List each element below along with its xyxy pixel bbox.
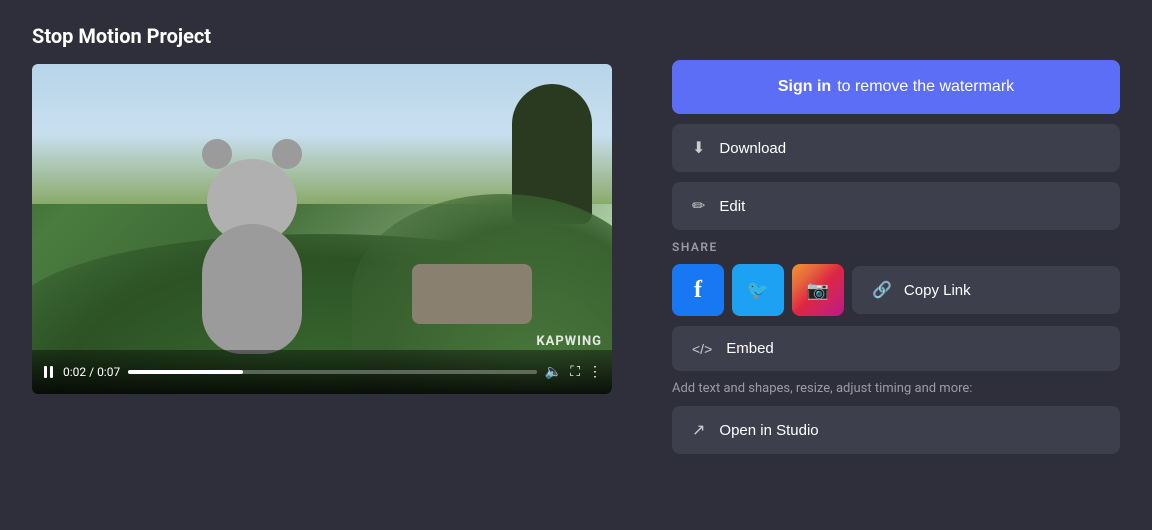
instagram-button[interactable]: 📷 (792, 264, 844, 316)
share-row: f 🐦 📷 🔗 Copy Link (672, 264, 1120, 316)
edit-icon: ✏ (692, 196, 705, 216)
edit-label: Edit (719, 198, 745, 215)
video-controls-bar: 0:02 / 0:07 🔈 ⛶ ⋮ (32, 350, 612, 394)
open-in-studio-button[interactable]: ↗ Open in Studio (672, 406, 1120, 454)
stone-wall (412, 264, 532, 324)
open-external-icon: ↗ (692, 420, 705, 440)
embed-icon: </> (692, 341, 712, 357)
download-label: Download (719, 140, 786, 157)
download-button[interactable]: ⬇ Download (672, 124, 1120, 172)
watermark-text: KAPWING (536, 334, 602, 349)
twitter-icon: 🐦 (747, 280, 769, 301)
facebook-button[interactable]: f (672, 264, 724, 316)
left-panel: Stop Motion Project KAPWING (32, 24, 632, 394)
right-controls: 🔈 ⛶ ⋮ (545, 364, 602, 380)
link-icon: 🔗 (872, 280, 892, 300)
progress-bar[interactable] (128, 370, 537, 374)
facebook-icon: f (694, 277, 702, 304)
volume-icon[interactable]: 🔈 (545, 364, 562, 380)
embed-label: Embed (726, 340, 774, 357)
more-options-icon[interactable]: ⋮ (588, 364, 602, 380)
right-panel: Sign in to remove the watermark ⬇ Downlo… (632, 24, 1120, 454)
share-section: SHARE f 🐦 📷 🔗 Copy Link (672, 240, 1120, 316)
copy-link-label: Copy Link (904, 282, 971, 299)
embed-button[interactable]: </> Embed (672, 326, 1120, 371)
copy-link-button[interactable]: 🔗 Copy Link (852, 266, 1120, 314)
download-icon: ⬇ (692, 138, 705, 158)
open-studio-label: Open in Studio (719, 422, 818, 439)
sign-in-button[interactable]: Sign in to remove the watermark (672, 60, 1120, 114)
time-display: 0:02 / 0:07 (63, 365, 120, 379)
fullscreen-icon[interactable]: ⛶ (570, 364, 580, 380)
edit-button[interactable]: ✏ Edit (672, 182, 1120, 230)
pause-icon (44, 366, 53, 378)
bear-ear-right (272, 139, 302, 169)
twitter-button[interactable]: 🐦 (732, 264, 784, 316)
instagram-icon: 📷 (807, 280, 829, 301)
bear-body (202, 224, 302, 354)
character-figure (172, 154, 332, 354)
add-tools-description: Add text and shapes, resize, adjust timi… (672, 381, 1120, 396)
video-thumbnail: KAPWING (32, 64, 612, 394)
video-player[interactable]: KAPWING 0:02 / 0:07 🔈 ⛶ ⋮ (32, 64, 612, 394)
page-title: Stop Motion Project (32, 24, 632, 48)
progress-bar-fill (128, 370, 242, 374)
sign-in-normal-text: to remove the watermark (837, 78, 1014, 96)
share-label: SHARE (672, 240, 1120, 254)
pause-button[interactable] (42, 364, 55, 380)
sign-in-bold-text: Sign in (778, 78, 831, 96)
